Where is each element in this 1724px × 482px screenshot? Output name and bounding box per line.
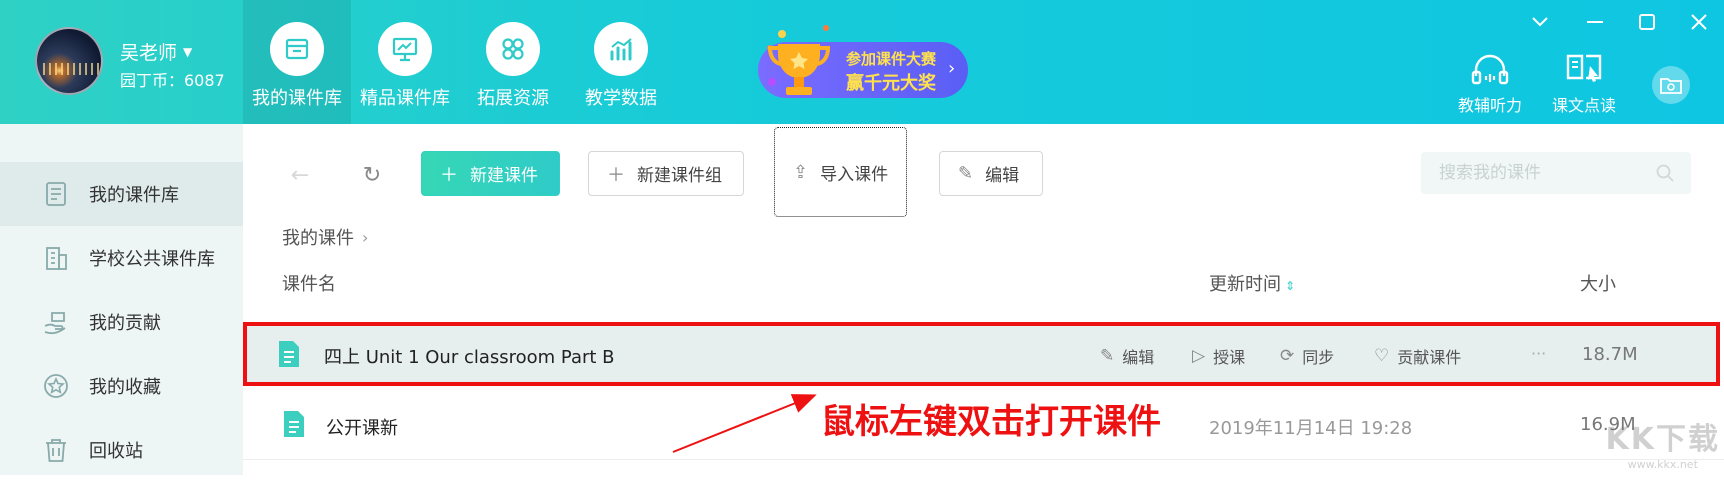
close-icon[interactable] [1687,10,1711,34]
sidebar-item-label: 我的贡献 [89,313,161,334]
user-name: 吴老师 [120,42,178,64]
tab-teaching-data[interactable]: 教学数据 [567,0,675,124]
star-circle-icon [44,374,68,398]
promo-line2: 赢千元大奖 [846,73,936,94]
contest-promo-banner[interactable]: 参加课件大赛 赢千元大奖 › [728,22,968,102]
tab-label: 拓展资源 [477,88,549,109]
sidebar-item-school-library[interactable]: 学校公共课件库 [0,226,243,290]
bar-chart-icon [594,22,648,76]
user-coins: 园丁币：6087 [120,71,225,90]
sidebar-item-label: 我的收藏 [89,377,161,398]
hand-give-icon [44,312,66,335]
reading-label: 课文点读 [1551,96,1616,115]
tab-extended-resources[interactable]: 拓展资源 [459,0,567,124]
tab-label: 精品课件库 [360,88,450,109]
sidebar-item-my-contributions[interactable]: 我的贡献 [0,290,243,354]
main-content: ← ↻ ＋ 新建课件 ＋ 新建课件组 ⇪ 导入课件 ✎ 编辑 我的课件 › 课件… [243,124,1724,475]
sidebar-item-recycle-bin[interactable]: 回收站 [0,418,243,482]
courseware-box-icon [270,22,324,76]
apps-grid-icon [486,22,540,76]
avatar[interactable] [35,27,103,95]
sidebar-item-label: 学校公共课件库 [89,249,215,270]
folder-camera-icon[interactable] [1652,66,1690,104]
sidebar-item-label: 我的课件库 [89,185,179,206]
top-header: 吴老师 ▼ 园丁币：6087 我的课件库 精品课件库 拓展资源 教学数据 参加课… [0,0,1724,124]
tab-label: 我的课件库 [252,88,342,109]
maximize-icon[interactable] [1635,10,1659,34]
book-pointer-icon [1566,54,1602,82]
building-icon [46,247,67,270]
trash-icon [46,439,66,462]
chevron-right-icon: › [948,58,956,79]
promo-line1: 参加课件大赛 [846,50,937,68]
watermark-title: KK下载 [1605,422,1720,457]
headphones-icon [1471,54,1509,85]
tab-label: 教学数据 [585,88,657,109]
sidebar-item-my-favorites[interactable]: 我的收藏 [0,354,243,418]
user-menu[interactable]: 吴老师 ▼ [120,38,192,65]
sidebar-item-label: 回收站 [89,441,143,462]
watermark: KK下载 www.kkx.net [1606,414,1721,471]
document-list-icon [46,182,66,206]
trophy-icon [767,25,831,95]
text-reading-tool-button[interactable]: 课文点读 [1544,52,1624,116]
minimize-icon[interactable] [1583,10,1607,34]
caret-down-icon: ▼ [183,44,193,59]
annotation-text: 鼠标左键双击打开课件 [821,402,1161,442]
tab-premium-courseware[interactable]: 精品课件库 [351,0,459,124]
listening-tool-button[interactable]: 教辅听力 [1450,52,1530,116]
tab-my-courseware[interactable]: 我的课件库 [243,0,351,124]
listening-label: 教辅听力 [1457,96,1522,115]
sidebar: 我的课件库 学校公共课件库 我的贡献 我的收藏 回收站 [0,124,243,475]
dropdown-menu-icon[interactable] [1528,10,1552,34]
sidebar-item-my-courseware[interactable]: 我的课件库 [0,162,243,226]
presentation-board-icon [378,22,432,76]
watermark-url: www.kkx.net [1627,458,1698,471]
